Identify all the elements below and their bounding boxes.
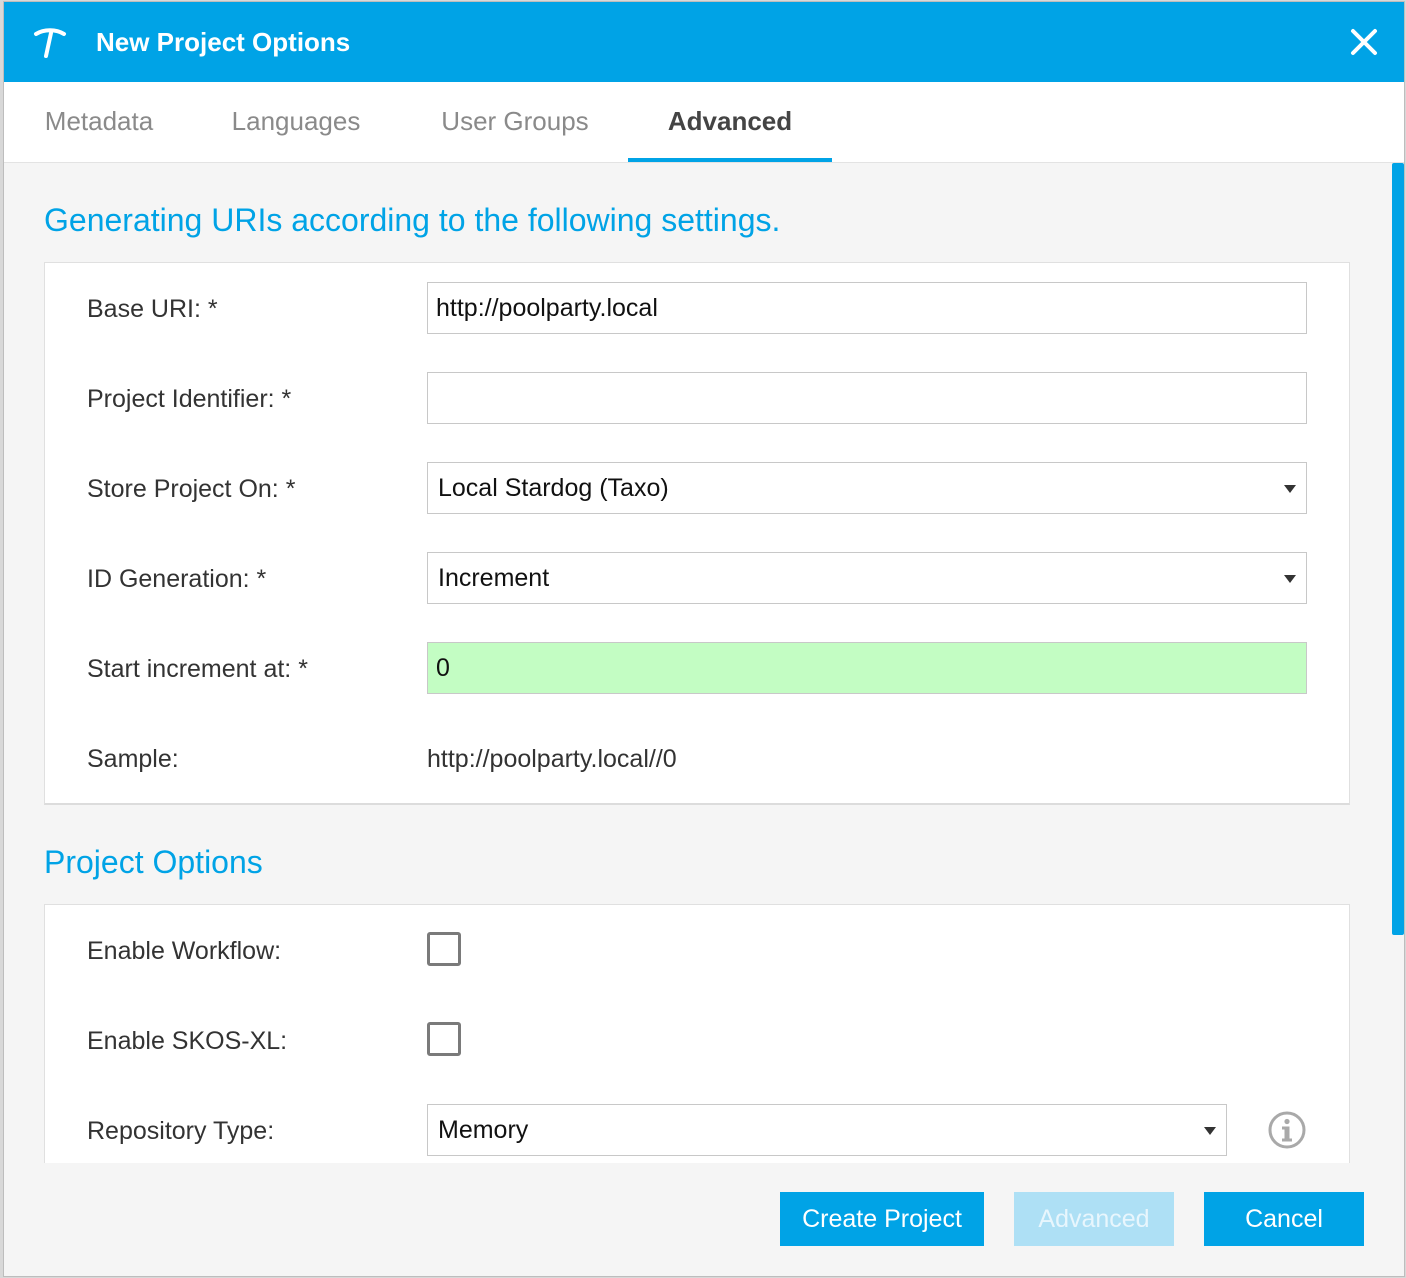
uri-section-title: Generating URIs according to the followi… [44,202,781,238]
sample-label: Sample: [87,745,179,773]
pickaxe-logo-icon [34,28,66,58]
base-uri-label: Base URI: * [87,295,218,323]
id-generation-select[interactable]: Increment [427,552,1307,604]
info-icon[interactable] [1267,1110,1307,1150]
tab-advanced[interactable]: Advanced [628,82,832,162]
project-options-panel: Enable Workflow: Enable SKOS-XL: Reposit… [44,904,1350,1163]
project-identifier-input[interactable] [427,372,1307,424]
base-uri-input[interactable]: http://poolparty.local [427,282,1307,334]
enable-skosxl-checkbox[interactable] [427,1022,461,1056]
id-generation-value: Increment [438,564,550,592]
repository-type-label: Repository Type: [87,1117,275,1145]
tab-languages[interactable]: Languages [210,82,382,160]
project-identifier-label: Project Identifier: * [87,385,292,413]
chevron-down-icon [1284,485,1296,493]
uri-settings-panel: Base URI: * http://poolparty.local Proje… [44,262,1350,805]
store-project-on-label: Store Project On: * [87,475,296,503]
dialog-footer: Create Project Advanced Cancel [4,1163,1404,1276]
create-project-button[interactable]: Create Project [780,1192,984,1246]
chevron-down-icon [1284,575,1296,583]
repository-type-value: Memory [438,1116,529,1144]
tab-user-groups[interactable]: User Groups [418,82,612,160]
close-icon[interactable] [1348,26,1380,58]
advanced-button: Advanced [1014,1192,1174,1246]
enable-workflow-checkbox[interactable] [427,932,461,966]
dialog-titlebar: New Project Options [4,2,1404,82]
id-generation-label: ID Generation: * [87,565,267,593]
store-project-on-value: Local Stardog (Taxo) [438,474,669,502]
tab-metadata[interactable]: Metadata [24,82,174,160]
cancel-button[interactable]: Cancel [1204,1192,1364,1246]
start-increment-label: Start increment at: * [87,655,308,683]
enable-workflow-label: Enable Workflow: [87,937,282,965]
new-project-dialog: New Project Options Metadata Languages U… [4,2,1404,1276]
dialog-title: New Project Options [96,27,351,57]
enable-skosxl-label: Enable SKOS-XL: [87,1027,288,1055]
tab-bar: Metadata Languages User Groups Advanced [4,82,1404,163]
dialog-content: Generating URIs according to the followi… [4,163,1404,1163]
chevron-down-icon [1204,1127,1216,1135]
project-options-title: Project Options [44,844,263,880]
scrollbar-thumb[interactable] [1392,163,1404,935]
scrollbar-track[interactable] [1392,163,1404,1163]
store-project-on-select[interactable]: Local Stardog (Taxo) [427,462,1307,514]
repository-type-select[interactable]: Memory [427,1104,1227,1156]
start-increment-input[interactable]: 0 [427,642,1307,694]
sample-value: http://poolparty.local//0 [427,745,677,773]
